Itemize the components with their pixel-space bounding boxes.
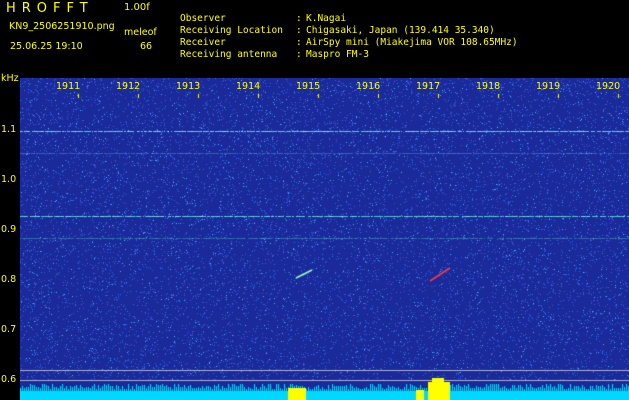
x-tick-label: 1920 — [596, 81, 621, 92]
y-tick-label: 0.6 — [1, 374, 17, 385]
counter-value: 66 — [140, 41, 153, 52]
x-tick-label: 1916 — [356, 81, 381, 92]
capture-datetime: 25.06.25 19:10 — [10, 41, 83, 52]
hrofft-window: HROFFT 1.00f KN9_2506251910.png 25.06.25… — [0, 0, 629, 400]
image-filename: KN9_2506251910.png — [9, 21, 115, 32]
x-tick-label: 1915 — [296, 81, 321, 92]
info-colon: : — [296, 48, 302, 60]
info-colon: : — [296, 12, 302, 24]
x-tick-label: 1914 — [236, 81, 261, 92]
y-tick-label: 0.7 — [1, 324, 17, 335]
y-tick-label: 0.9 — [1, 224, 17, 235]
info-value: AirSpy mini (Miakejima VOR 108.65MHz) — [306, 36, 518, 48]
spectrogram-plot — [20, 78, 629, 400]
info-key: Receiving antenna — [180, 48, 278, 60]
app-version: 1.00f — [124, 2, 150, 13]
spectrogram-canvas — [20, 78, 629, 400]
x-tick-label: 1919 — [536, 81, 561, 92]
info-row-antenna: Receiving antenna: Maspro FM-3 — [180, 40, 369, 69]
info-colon: : — [296, 24, 302, 36]
x-tick-label: 1912 — [116, 81, 141, 92]
y-axis-unit: kHz — [1, 73, 19, 84]
x-tick-label: 1911 — [56, 81, 81, 92]
info-value: Chigasaki, Japan (139.414 35.340) — [306, 24, 495, 36]
y-tick-label: 0.8 — [1, 274, 17, 285]
app-title: HROFFT — [6, 1, 94, 16]
y-tick-label: 1.1 — [1, 124, 17, 135]
x-tick-label: 1918 — [476, 81, 501, 92]
info-value: Maspro FM-3 — [306, 48, 369, 60]
y-tick-label: 1.0 — [1, 174, 17, 185]
info-colon: : — [296, 36, 302, 48]
info-value: K.Nagai — [306, 12, 347, 24]
counter-label: meleof — [124, 27, 157, 38]
x-tick-label: 1917 — [416, 81, 441, 92]
x-tick-label: 1913 — [176, 81, 201, 92]
